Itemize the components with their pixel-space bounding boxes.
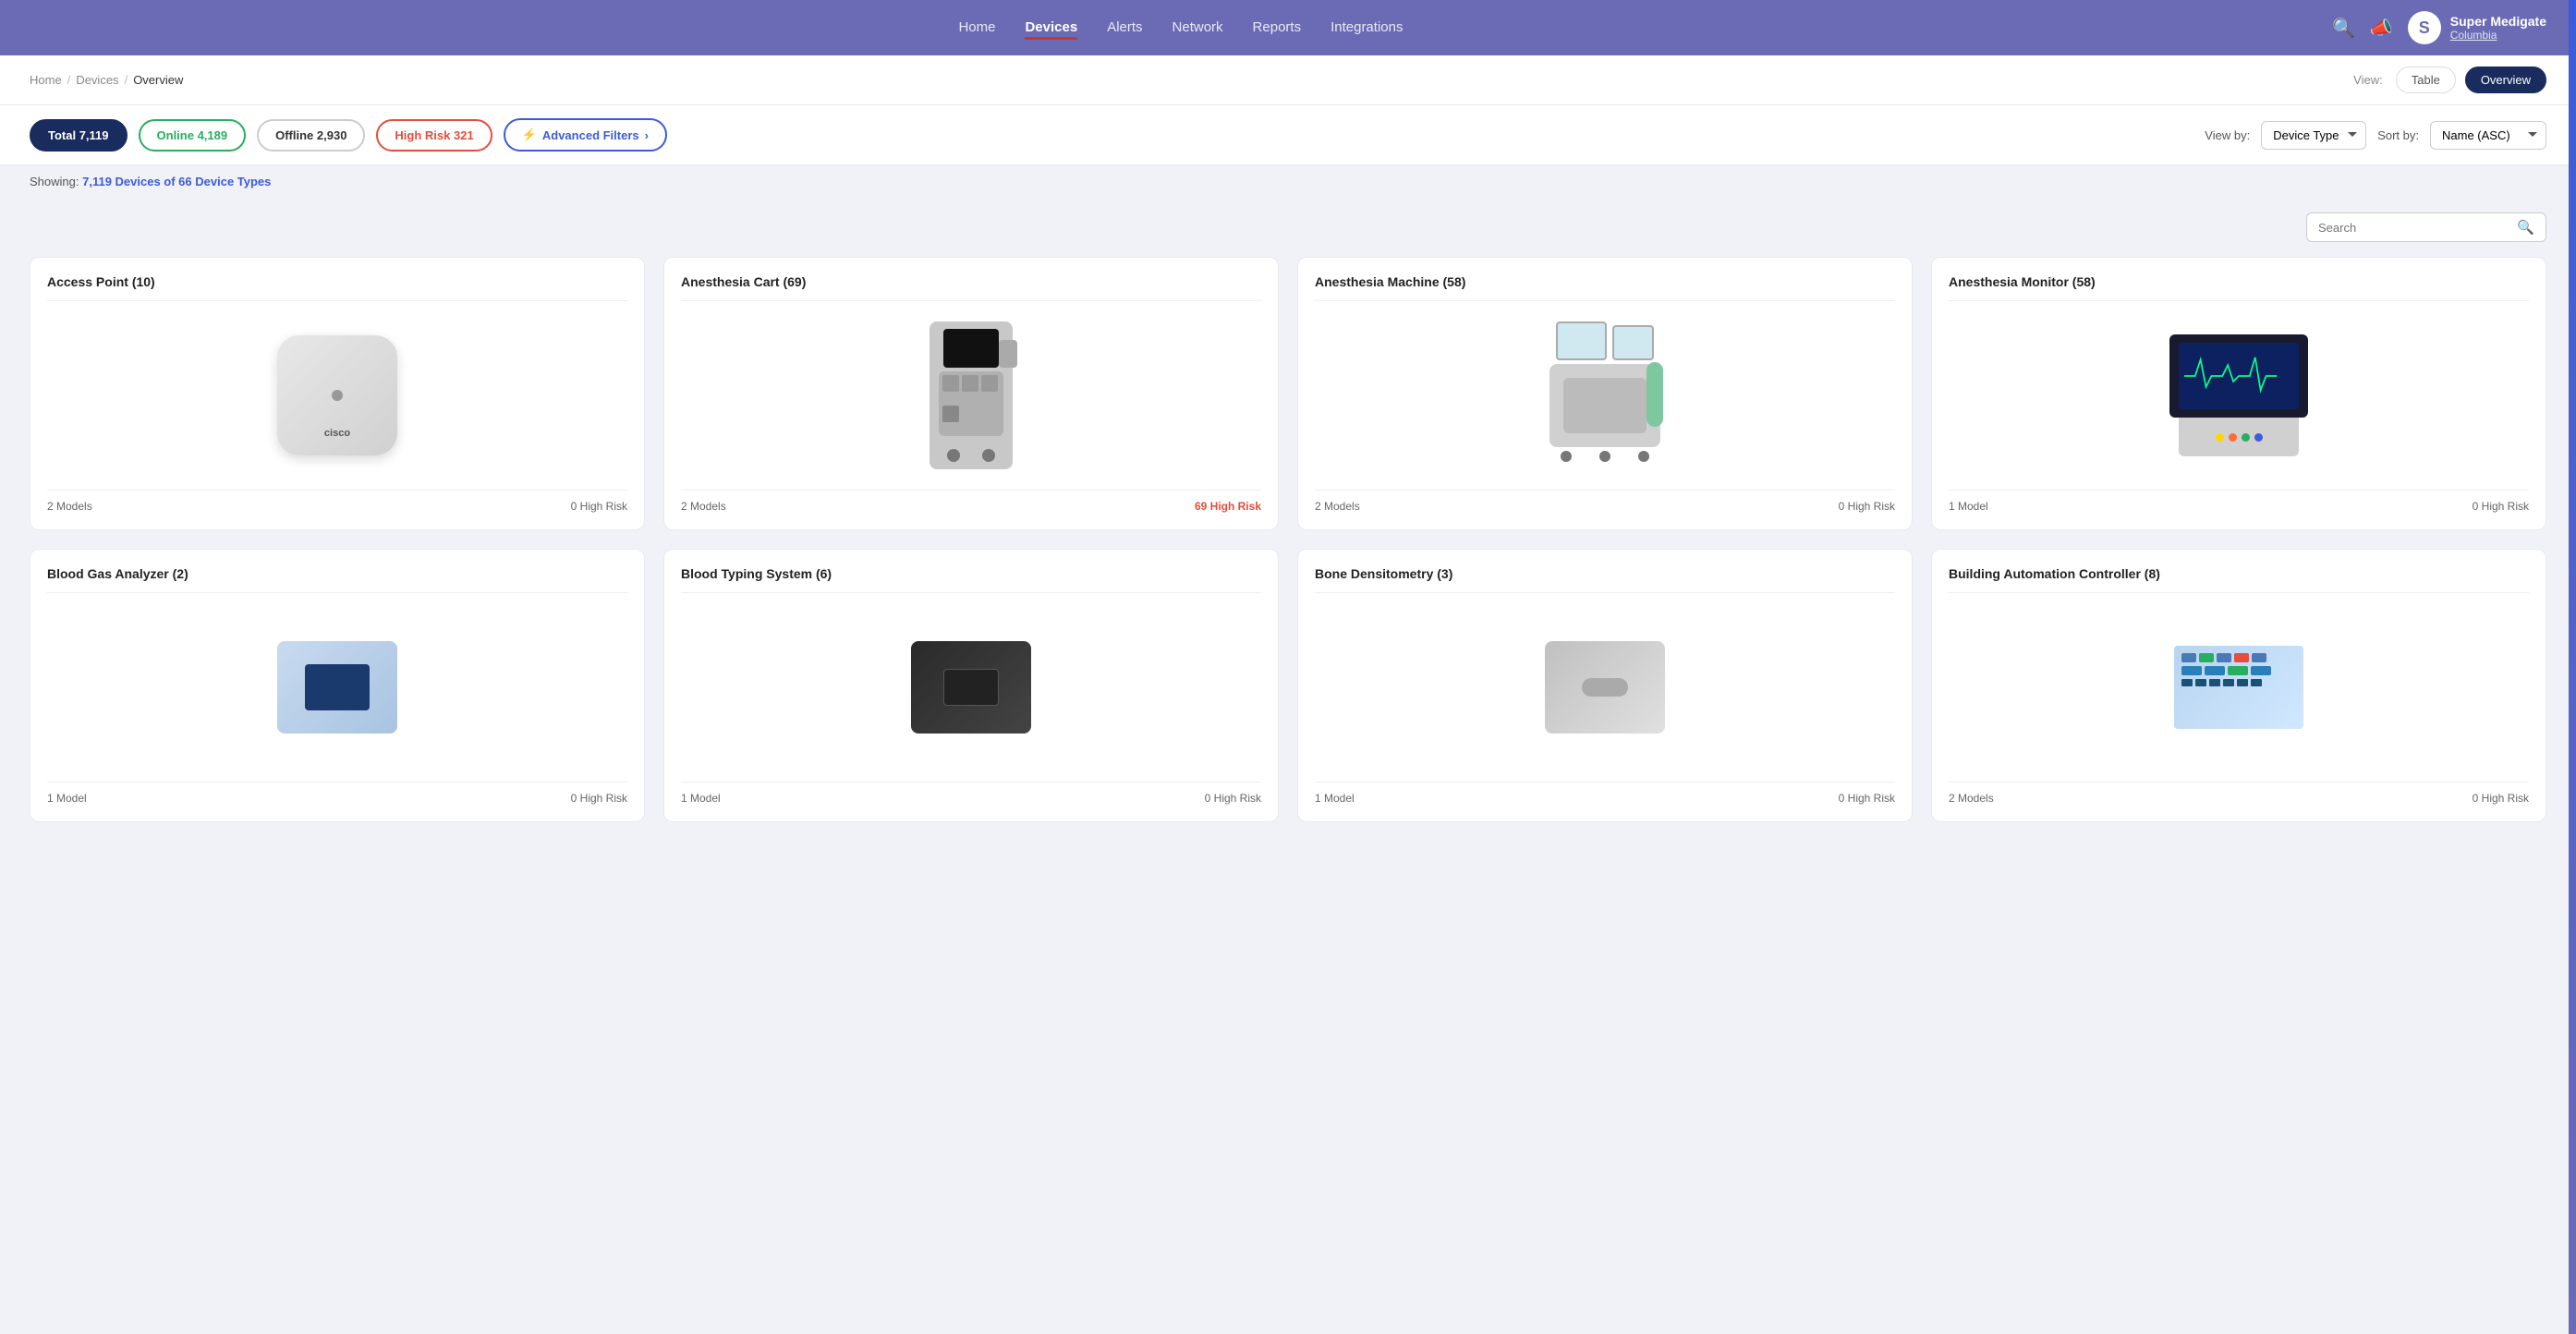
- breadcrumb: Home / Devices / Overview: [30, 73, 183, 87]
- filter-bar: Total 7,119 Online 4,189 Offline 2,930 H…: [0, 105, 2576, 165]
- device-card[interactable]: Anesthesia Cart (69) 2 Mo: [663, 257, 1279, 530]
- device-card-image: [681, 604, 1261, 770]
- device-card-footer: 2 Models 0 High Risk: [1949, 782, 2529, 805]
- search-box: 🔍: [2306, 212, 2546, 242]
- device-card-models: 1 Model: [47, 792, 87, 805]
- filter-icon: ⚡: [522, 127, 537, 142]
- search-row: 🔍: [30, 212, 2546, 242]
- notifications-icon-button[interactable]: 📣: [2370, 17, 2393, 40]
- device-card-image: [47, 604, 627, 770]
- device-card-footer: 2 Models 0 High Risk: [1315, 490, 1895, 513]
- device-card-image: [1949, 312, 2529, 479]
- device-card[interactable]: Blood Typing System (6) 1 Model 0 High Ri…: [663, 549, 1279, 822]
- device-card-footer: 2 Models 69 High Risk: [681, 490, 1261, 513]
- device-card-high-risk: 0 High Risk: [571, 792, 627, 805]
- filter-right: View by: Device TypeVendorLocationRisk L…: [2205, 121, 2546, 150]
- device-card[interactable]: Building Automation Controller (8): [1931, 549, 2546, 822]
- search-input[interactable]: [2318, 221, 2509, 235]
- chevron-right-icon: ›: [645, 128, 649, 142]
- main-nav: Home Devices Alerts Network Reports Integrati…: [0, 0, 2576, 55]
- device-card-footer: 1 Model 0 High Risk: [1315, 782, 1895, 805]
- nav-link-reports[interactable]: Reports: [1253, 16, 1302, 40]
- device-grid: Access Point (10) 2 Models 0 High Risk Ane…: [30, 257, 2546, 822]
- device-card-models: 1 Model: [681, 792, 721, 805]
- breadcrumb-sep-2: /: [125, 73, 128, 87]
- nav-link-alerts[interactable]: Alerts: [1107, 16, 1142, 40]
- device-card-high-risk: 0 High Risk: [1205, 792, 1261, 805]
- overview-view-button[interactable]: Overview: [2465, 67, 2546, 93]
- table-view-button[interactable]: Table: [2396, 67, 2456, 93]
- breadcrumb-home[interactable]: Home: [30, 73, 62, 87]
- device-card[interactable]: Anesthesia Machine (58): [1297, 257, 1913, 530]
- search-icon-button[interactable]: 🔍: [2332, 17, 2355, 40]
- device-card-models: 2 Models: [1315, 500, 1360, 513]
- nav-link-home[interactable]: Home: [958, 16, 995, 40]
- device-card-footer: 2 Models 0 High Risk: [47, 490, 627, 513]
- device-card-title: Access Point (10): [47, 274, 627, 301]
- device-card-models: 1 Model: [1949, 500, 1988, 513]
- sort-by-select[interactable]: Name (ASC)Name (DESC)Risk LevelCount: [2430, 121, 2546, 150]
- device-card[interactable]: Access Point (10) 2 Models 0 High Risk: [30, 257, 645, 530]
- online-filter-button[interactable]: Online 4,189: [139, 119, 247, 152]
- search-icon: 🔍: [2517, 219, 2534, 236]
- device-card-image: [1315, 312, 1895, 479]
- offline-filter-button[interactable]: Offline 2,930: [257, 119, 365, 152]
- showing-prefix: Showing:: [30, 175, 79, 188]
- breadcrumb-devices[interactable]: Devices: [76, 73, 118, 87]
- view-by-select[interactable]: Device TypeVendorLocationRisk Level: [2261, 121, 2366, 150]
- nav-user: S Super Medigate Columbia: [2408, 11, 2546, 44]
- device-card-footer: 1 Model 0 High Risk: [681, 782, 1261, 805]
- side-accent: [2569, 0, 2576, 1334]
- view-toggle: View: Table Overview: [2353, 67, 2546, 93]
- device-card-title: Anesthesia Machine (58): [1315, 274, 1895, 301]
- device-card-image: [1315, 604, 1895, 770]
- device-card-title: Blood Typing System (6): [681, 566, 1261, 593]
- device-card[interactable]: Blood Gas Analyzer (2) 1 Model 0 High Ris…: [30, 549, 645, 822]
- sort-by-label: Sort by:: [2377, 128, 2419, 142]
- showing-highlight: 7,119 Devices of 66 Device Types: [82, 175, 271, 188]
- breadcrumb-bar: Home / Devices / Overview View: Table Ov…: [0, 55, 2576, 105]
- device-card-models: 2 Models: [1949, 792, 1994, 805]
- device-card-high-risk: 0 High Risk: [2473, 792, 2529, 805]
- device-card-title: Blood Gas Analyzer (2): [47, 566, 627, 593]
- user-info: Super Medigate Columbia: [2450, 14, 2546, 42]
- view-by-label: View by:: [2205, 128, 2250, 142]
- device-card-image: [1949, 604, 2529, 770]
- device-card[interactable]: Anesthesia Monitor (58): [1931, 257, 2546, 530]
- avatar: S: [2408, 11, 2441, 44]
- content-area: 🔍 Access Point (10) 2 Models0 High RiskA…: [0, 198, 2576, 852]
- device-card-footer: 1 Model 0 High Risk: [47, 782, 627, 805]
- nav-link-integrations[interactable]: Integrations: [1331, 16, 1403, 40]
- device-card-image: [681, 312, 1261, 479]
- user-org[interactable]: Columbia: [2450, 29, 2546, 42]
- breadcrumb-sep-1: /: [67, 73, 71, 87]
- device-card-high-risk: 0 High Risk: [571, 500, 627, 513]
- device-card-high-risk: 0 High Risk: [2473, 500, 2529, 513]
- device-card-high-risk: 0 High Risk: [1839, 792, 1895, 805]
- device-card-image: [47, 312, 627, 479]
- nav-link-network[interactable]: Network: [1173, 16, 1223, 40]
- breadcrumb-current: Overview: [133, 73, 183, 87]
- nav-link-devices[interactable]: Devices: [1025, 16, 1077, 40]
- nav-links: Home Devices Alerts Network Reports Integrati…: [30, 16, 2332, 40]
- advanced-filters-label: Advanced Filters: [542, 128, 639, 142]
- device-card-title: Anesthesia Monitor (58): [1949, 274, 2529, 301]
- device-card-high-risk: 69 High Risk: [1195, 500, 1261, 513]
- advanced-filters-button[interactable]: ⚡ Advanced Filters ›: [504, 118, 667, 152]
- device-card-title: Bone Densitometry (3): [1315, 566, 1895, 593]
- device-card-high-risk: 0 High Risk: [1839, 500, 1895, 513]
- total-filter-button[interactable]: Total 7,119: [30, 119, 128, 152]
- device-card-footer: 1 Model 0 High Risk: [1949, 490, 2529, 513]
- device-card-title: Anesthesia Cart (69): [681, 274, 1261, 301]
- user-name: Super Medigate: [2450, 14, 2546, 29]
- device-card[interactable]: Bone Densitometry (3) 1 Model 0 High Risk: [1297, 549, 1913, 822]
- device-card-title: Building Automation Controller (8): [1949, 566, 2529, 593]
- device-card-models: 1 Model: [1315, 792, 1355, 805]
- device-card-models: 2 Models: [47, 500, 92, 513]
- view-label: View:: [2353, 73, 2383, 87]
- device-card-models: 2 Models: [681, 500, 726, 513]
- showing-bar: Showing: 7,119 Devices of 66 Device Type…: [0, 165, 2576, 198]
- nav-icons: 🔍 📣 S Super Medigate Columbia: [2332, 11, 2546, 44]
- high-risk-filter-button[interactable]: High Risk 321: [376, 119, 492, 152]
